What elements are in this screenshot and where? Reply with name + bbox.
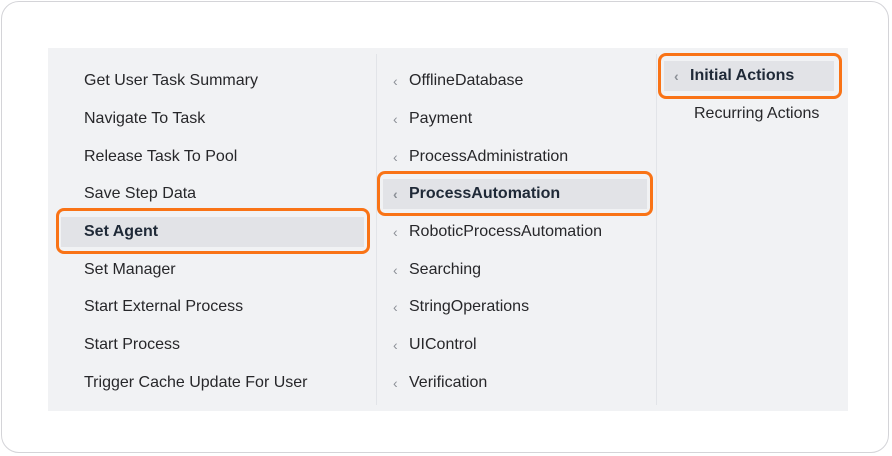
menu-item-label: Initial Actions xyxy=(690,67,795,84)
menu-item-label: Searching xyxy=(409,261,482,278)
menu-item-label: StringOperations xyxy=(409,298,530,315)
menu-item-processautomation[interactable]: ‹ ProcessAutomation xyxy=(383,179,647,209)
menu-item-get-user-task-summary[interactable]: Get User Task Summary xyxy=(61,66,364,96)
menu-item-payment[interactable]: ‹ Payment xyxy=(383,104,647,134)
menu-column-actions: Get User Task Summary Navigate To Task R… xyxy=(48,48,376,411)
menu-item-searching[interactable]: ‹ Searching xyxy=(383,255,647,285)
menu-item-start-external-process[interactable]: Start External Process xyxy=(61,292,364,322)
menu-item-stringoperations[interactable]: ‹ StringOperations xyxy=(383,292,647,322)
menu-item-label: Recurring Actions xyxy=(694,105,820,122)
chevron-left-icon: ‹ xyxy=(393,262,398,278)
menu-item-label: UIControl xyxy=(409,336,477,353)
chevron-left-icon: ‹ xyxy=(393,375,398,391)
menu-item-label: Verification xyxy=(409,374,488,391)
menu-item-label: ProcessAdministration xyxy=(409,148,569,165)
menu-item-set-manager[interactable]: Set Manager xyxy=(61,255,364,285)
chevron-left-icon: ‹ xyxy=(393,299,398,315)
chevron-left-icon: ‹ xyxy=(393,224,398,240)
menu-item-save-step-data[interactable]: Save Step Data xyxy=(61,179,364,209)
menu-item-offlinedatabase[interactable]: ‹ OfflineDatabase xyxy=(383,66,647,96)
chevron-left-icon: ‹ xyxy=(393,73,398,89)
menu-item-start-process[interactable]: Start Process xyxy=(61,330,364,360)
menu-item-label: RoboticProcessAutomation xyxy=(409,223,602,240)
chevron-left-icon: ‹ xyxy=(393,186,398,202)
menu-item-recurring-actions[interactable]: Recurring Actions xyxy=(664,99,834,129)
menu-item-navigate-to-task[interactable]: Navigate To Task xyxy=(61,104,364,134)
menu-item-trigger-cache-update-for-user[interactable]: Trigger Cache Update For User xyxy=(61,368,364,398)
menu-item-uicontrol[interactable]: ‹ UIControl xyxy=(383,330,647,360)
menu-item-processadministration[interactable]: ‹ ProcessAdministration xyxy=(383,142,647,172)
menu-item-label: Payment xyxy=(409,110,473,127)
cascading-menu-panel: Get User Task Summary Navigate To Task R… xyxy=(48,48,848,411)
menu-item-verification[interactable]: ‹ Verification xyxy=(383,368,647,398)
screenshot-frame: Get User Task Summary Navigate To Task R… xyxy=(1,1,889,453)
menu-item-roboticprocessautomation[interactable]: ‹ RoboticProcessAutomation xyxy=(383,217,647,247)
menu-item-set-agent[interactable]: Set Agent xyxy=(61,217,364,247)
chevron-left-icon: ‹ xyxy=(393,111,398,127)
menu-column-action-types: ‹ Initial Actions Recurring Actions xyxy=(657,48,848,411)
menu-item-label: OfflineDatabase xyxy=(409,72,524,89)
chevron-left-icon: ‹ xyxy=(393,337,398,353)
menu-item-release-task-to-pool[interactable]: Release Task To Pool xyxy=(61,142,364,172)
chevron-left-icon: ‹ xyxy=(674,68,679,84)
chevron-left-icon: ‹ xyxy=(393,149,398,165)
menu-column-categories: ‹ OfflineDatabase ‹ Payment ‹ ProcessAdmini… xyxy=(377,48,656,411)
menu-item-initial-actions[interactable]: ‹ Initial Actions xyxy=(664,61,834,91)
menu-item-label: ProcessAutomation xyxy=(409,185,561,202)
